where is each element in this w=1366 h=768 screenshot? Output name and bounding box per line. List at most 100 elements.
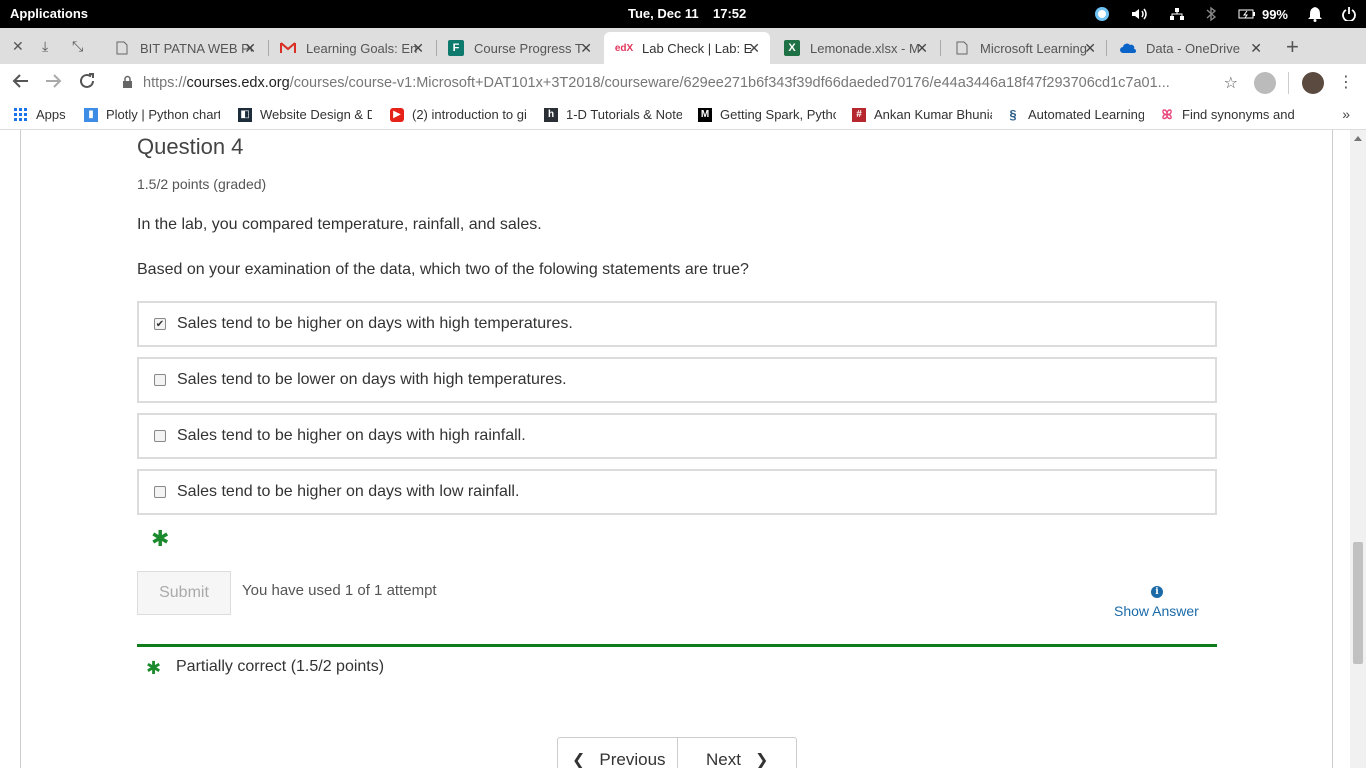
bookmark-star-icon[interactable]: ☆ <box>1224 73 1238 93</box>
bookmark-label: Find synonyms and <box>1182 107 1295 122</box>
close-icon[interactable]: ✕ <box>12 38 24 55</box>
checkbox[interactable] <box>154 374 166 386</box>
bookmark-label: Getting Spark, Pytho <box>720 107 836 122</box>
question-title: Question 4 <box>137 134 244 159</box>
h-icon: h <box>544 107 558 122</box>
browser-tab[interactable]: Data - OneDrive ✕ <box>1108 32 1272 64</box>
address-bar[interactable]: https://courses.edx.org/courses/course-v… <box>120 68 1250 98</box>
url-domain: courses.edx.org <box>186 75 290 91</box>
browser-tab[interactable]: X Lemonade.xlsx - M ✕ <box>772 32 938 64</box>
scrollbar-thumb[interactable] <box>1353 542 1363 664</box>
back-icon[interactable] <box>12 72 30 95</box>
url-path: /courses/course-v1:Microsoft+DAT101x+3T2… <box>289 75 1170 91</box>
system-tray: 99% <box>1094 4 1356 24</box>
option-label: Sales tend to be higher on days with low… <box>177 483 520 500</box>
lock-icon[interactable] <box>122 75 133 91</box>
hash-icon: # <box>852 107 866 122</box>
previous-button[interactable]: ❮ Previous <box>572 750 666 768</box>
bookmark-website-design[interactable]: ◧ Website Design & D <box>238 107 372 122</box>
answer-option[interactable]: Sales tend to be higher on days with low… <box>137 469 1217 515</box>
synonyms-icon: ꕤ <box>1161 107 1173 122</box>
battery-icon[interactable]: 99% <box>1238 4 1288 24</box>
close-tab-icon[interactable]: ✕ <box>580 40 592 57</box>
browser-toolbar: https://courses.edx.org/courses/course-v… <box>0 64 1366 102</box>
system-clock[interactable]: Tue, Dec 11 17:52 <box>628 6 746 21</box>
power-icon[interactable] <box>1342 4 1356 24</box>
info-icon[interactable]: i <box>1151 586 1163 598</box>
more-bookmarks-icon[interactable]: » <box>1342 106 1350 122</box>
question-intro: In the lab, you compared temperature, ra… <box>137 216 542 233</box>
close-tab-icon[interactable]: ✕ <box>412 40 424 57</box>
bookmark-label: 1-D Tutorials & Note <box>566 107 682 122</box>
bookmark-ankan[interactable]: # Ankan Kumar Bhunia <box>852 107 992 122</box>
question-points: 1.5/2 points (graded) <box>137 176 267 192</box>
close-tab-icon[interactable]: ✕ <box>748 40 760 57</box>
bell-icon[interactable] <box>1308 4 1322 24</box>
close-tab-icon[interactable]: ✕ <box>916 40 928 57</box>
next-label: Next <box>706 750 741 768</box>
apps-grid-icon <box>14 107 28 122</box>
result-status: Partially correct (1.5/2 points) <box>176 658 385 675</box>
excel-icon: X <box>784 40 800 56</box>
new-tab-icon[interactable]: + <box>1286 34 1299 60</box>
option-label: Sales tend to be lower on days with high… <box>177 371 567 388</box>
close-tab-icon[interactable]: ✕ <box>244 40 256 57</box>
checkbox[interactable] <box>154 430 166 442</box>
network-icon[interactable] <box>1169 4 1184 24</box>
checkbox-checked[interactable]: ✔ <box>154 318 166 330</box>
option-label: Sales tend to be higher on days with hig… <box>177 427 526 444</box>
forward-icon[interactable] <box>44 72 62 95</box>
submit-button[interactable]: Submit <box>137 571 231 615</box>
restore-icon[interactable]: ⤡ <box>72 38 83 55</box>
close-tab-icon[interactable]: ✕ <box>1250 40 1262 57</box>
bookmark-label: Ankan Kumar Bhunia <box>874 107 992 122</box>
scrollbar[interactable] <box>1350 130 1366 768</box>
browser-tab-strip: ✕ ⤓ ⤡ BIT PATNA WEB PO ✕ Learning Goals:… <box>0 28 1366 64</box>
answer-option[interactable]: Sales tend to be higher on days with hig… <box>137 413 1217 459</box>
forms-icon: F <box>448 40 464 56</box>
download-icon[interactable]: ⤓ <box>42 38 48 55</box>
website-icon: ◧ <box>238 107 252 122</box>
url-scheme: https:// <box>143 75 187 91</box>
volume-icon[interactable] <box>1130 4 1150 24</box>
battery-percent: 99% <box>1261 6 1288 22</box>
answer-option[interactable]: ✔ Sales tend to be higher on days with h… <box>137 301 1217 347</box>
partially-correct-icon: ✱ <box>151 526 170 551</box>
bookmark-label: Plotly | Python chart <box>106 107 220 122</box>
bookmark-synonyms[interactable]: ꕤ Find synonyms and <box>1160 107 1298 122</box>
close-tab-icon[interactable]: ✕ <box>1084 40 1096 57</box>
plotly-icon: ▮ <box>84 107 98 122</box>
attempts-text: You have used 1 of 1 attempt <box>242 582 437 599</box>
onedrive-icon <box>1120 40 1136 56</box>
skype-icon[interactable] <box>1094 4 1110 24</box>
answer-option[interactable]: Sales tend to be lower on days with high… <box>137 357 1217 403</box>
applications-menu[interactable]: Applications <box>10 6 88 21</box>
automated-learning-icon: § <box>1009 107 1017 122</box>
bookmark-label: Website Design & D <box>260 107 372 122</box>
pagination: ❮ Previous Next ❯ <box>557 737 797 768</box>
checkbox[interactable] <box>154 486 166 498</box>
medium-icon: M <box>698 107 712 122</box>
avatar[interactable] <box>1302 72 1324 94</box>
menu-icon[interactable]: ⋮ <box>1338 72 1354 92</box>
bookmark-apps[interactable]: Apps <box>14 107 74 122</box>
bookmark-youtube[interactable]: ▶ (2) introduction to gi <box>390 107 526 122</box>
browser-tab[interactable]: F Course Progress T ✕ <box>436 32 602 64</box>
partially-correct-icon: ✱ <box>146 658 162 678</box>
bookmark-plotly[interactable]: ▮ Plotly | Python chart <box>84 107 220 122</box>
reload-icon[interactable] <box>78 72 96 95</box>
extension-icon[interactable] <box>1254 72 1276 94</box>
browser-tab[interactable]: BIT PATNA WEB PO ✕ <box>102 32 266 64</box>
browser-tab[interactable]: Learning Goals: En ✕ <box>268 32 434 64</box>
bluetooth-icon[interactable] <box>1204 4 1218 24</box>
next-button[interactable]: Next ❯ <box>706 750 768 768</box>
tab-title: Lemonade.xlsx - M <box>810 40 920 56</box>
bookmark-automated-learning[interactable]: § Automated Learning <box>1006 107 1144 122</box>
browser-tab-active[interactable]: edX Lab Check | Lab: E ✕ <box>604 32 770 64</box>
bookmark-tutorials[interactable]: h 1-D Tutorials & Note <box>544 107 682 122</box>
tab-title: Learning Goals: En <box>306 40 418 56</box>
bookmark-medium[interactable]: M Getting Spark, Pytho <box>698 107 836 122</box>
show-answer-button[interactable]: Show Answer <box>1114 603 1199 619</box>
browser-tab[interactable]: Microsoft Learning ✕ <box>942 32 1106 64</box>
scroll-up-icon[interactable] <box>1354 136 1362 141</box>
